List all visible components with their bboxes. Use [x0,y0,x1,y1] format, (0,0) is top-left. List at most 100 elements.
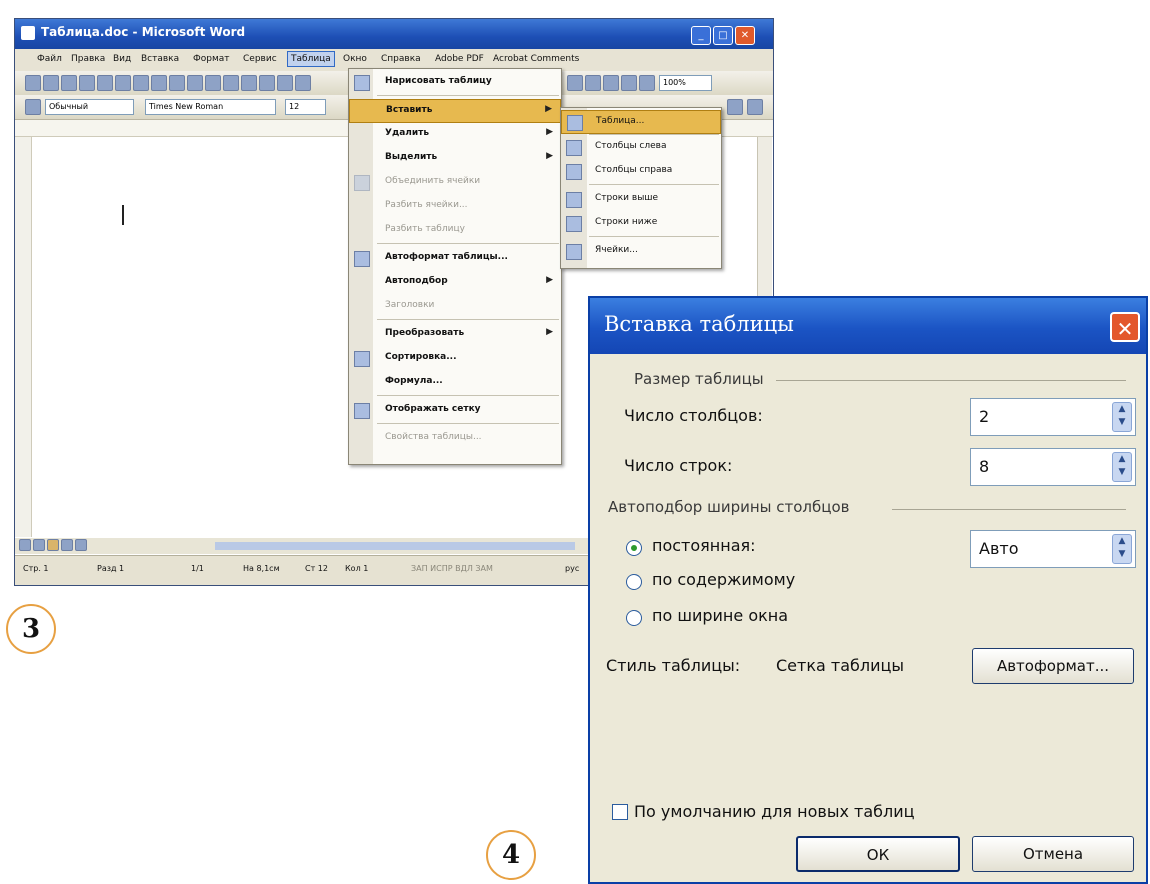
cut-icon[interactable] [169,75,185,91]
new-document-icon[interactable] [25,75,41,91]
submenu-arrow-icon: ▶ [546,127,553,137]
menu-item-draw-table[interactable]: Нарисовать таблицу [349,71,561,93]
style-combo[interactable]: Обычный [45,99,134,115]
dialog-close-button[interactable]: ✕ [1110,312,1140,342]
toolbar-options-icon[interactable] [747,99,763,115]
spinner-arrows-icon[interactable]: ▲ ▼ [1112,452,1132,482]
print-layout-icon[interactable] [47,539,59,551]
radio-fixed[interactable] [626,540,642,556]
format-painter-icon[interactable] [223,75,239,91]
research-icon[interactable] [151,75,167,91]
grid-icon [354,403,370,419]
undo-icon[interactable] [241,75,257,91]
menu-item-sort[interactable]: Сортировка... [349,347,561,369]
spelling-icon[interactable] [133,75,149,91]
save-icon[interactable] [61,75,77,91]
fixed-width-spinner[interactable]: Авто ▲ ▼ [970,530,1136,568]
menu-item-label: Заголовки [385,300,435,310]
menu-format[interactable]: Формат [193,54,230,64]
menu-item-insert[interactable]: Вставить ▶ [349,99,561,123]
vertical-ruler[interactable] [15,137,32,537]
radio-by-content[interactable] [626,574,642,590]
print-icon[interactable] [97,75,113,91]
menu-item-label: Выделить [385,152,438,162]
rows-spinner[interactable]: 8 ▲ ▼ [970,448,1136,486]
font-combo[interactable]: Times New Roman [145,99,276,115]
menu-item-split-cells[interactable]: Разбить ячейки... [349,195,561,217]
submenu-item-columns-right[interactable]: Столбцы справа [561,160,721,182]
table-style-value: Сетка таблицы [776,656,905,675]
autofit-group-label: Автоподбор ширины столбцов [608,498,850,516]
open-icon[interactable] [43,75,59,91]
permission-icon[interactable] [79,75,95,91]
menu-table[interactable]: Таблица [287,51,335,67]
print-preview-icon[interactable] [115,75,131,91]
drawing-icon[interactable] [603,75,619,91]
menu-item-label: Отображать сетку [385,404,481,414]
menu-window[interactable]: Окно [343,54,367,64]
ok-button[interactable]: ОК [796,836,960,872]
styles-icon[interactable] [25,99,41,115]
copy-icon[interactable] [187,75,203,91]
menu-item-delete[interactable]: Удалить ▶ [349,123,561,145]
columns-icon[interactable] [585,75,601,91]
default-for-new-tables-checkbox[interactable] [612,804,628,820]
pencil-icon [354,75,370,91]
submenu-arrow-icon: ▶ [546,275,553,285]
menu-item-split-table[interactable]: Разбить таблицу [349,219,561,241]
maximize-button[interactable]: □ [713,26,733,45]
insert-excel-icon[interactable] [567,75,583,91]
menu-acrobat-comments[interactable]: Acrobat Comments [493,54,579,64]
font-size-combo[interactable]: 12 [285,99,326,115]
menu-edit[interactable]: Правка [71,54,105,64]
menu-item-formula[interactable]: Формула... [349,371,561,393]
tables-borders-icon[interactable] [295,75,311,91]
menu-item-convert[interactable]: Преобразовать ▶ [349,323,561,345]
status-section: Разд 1 [97,564,125,573]
submenu-item-table[interactable]: Таблица... [561,110,721,134]
window-title: Таблица.doc - Microsoft Word [41,25,246,39]
submenu-item-rows-below[interactable]: Строки ниже [561,212,721,234]
menu-item-autofit[interactable]: Автоподбор ▶ [349,271,561,293]
close-button[interactable]: ✕ [735,26,755,45]
menu-item-autoformat[interactable]: Автоформат таблицы... [349,247,561,269]
menu-item-label: Ячейки... [595,245,638,255]
menu-file[interactable]: Файл [37,54,62,64]
submenu-item-rows-above[interactable]: Строки выше [561,188,721,210]
submenu-item-cells[interactable]: Ячейки... [561,240,721,262]
zoom-combo[interactable]: 100% [659,75,712,91]
paste-icon[interactable] [205,75,221,91]
menu-item-table-properties[interactable]: Свойства таблицы... [349,427,561,449]
step-badge-3: 3 [6,604,56,654]
reading-layout-icon[interactable] [75,539,87,551]
autoformat-button[interactable]: Автоформат... [972,648,1134,684]
menu-view[interactable]: Вид [113,54,131,64]
show-hide-icon[interactable] [639,75,655,91]
submenu-item-columns-left[interactable]: Столбцы слева [561,136,721,158]
radio-by-window[interactable] [626,610,642,626]
normal-view-icon[interactable] [19,539,31,551]
menu-item-select[interactable]: Выделить ▶ [349,147,561,169]
font-color-icon[interactable] [727,99,743,115]
menu-insert[interactable]: Вставка [141,54,179,64]
menu-item-show-gridlines[interactable]: Отображать сетку [349,399,561,421]
menu-separator [377,243,559,244]
dialog-title-bar: Вставка таблицы ✕ [590,298,1146,354]
outline-view-icon[interactable] [61,539,73,551]
minimize-button[interactable]: _ [691,26,711,45]
document-map-icon[interactable] [621,75,637,91]
columns-spinner[interactable]: 2 ▲ ▼ [970,398,1136,436]
hyperlink-icon[interactable] [277,75,293,91]
horizontal-scrollbar[interactable] [215,542,575,550]
menu-item-label: Разбить ячейки... [385,200,468,210]
redo-icon[interactable] [259,75,275,91]
menu-tools[interactable]: Сервис [243,54,277,64]
menu-item-headings[interactable]: Заголовки [349,295,561,317]
cancel-button[interactable]: Отмена [972,836,1134,872]
menu-adobe-pdf[interactable]: Adobe PDF [435,54,484,64]
menu-help[interactable]: Справка [381,54,421,64]
spinner-arrows-icon[interactable]: ▲ ▼ [1112,534,1132,564]
web-layout-icon[interactable] [33,539,45,551]
menu-item-merge-cells[interactable]: Объединить ячейки [349,171,561,193]
spinner-arrows-icon[interactable]: ▲ ▼ [1112,402,1132,432]
